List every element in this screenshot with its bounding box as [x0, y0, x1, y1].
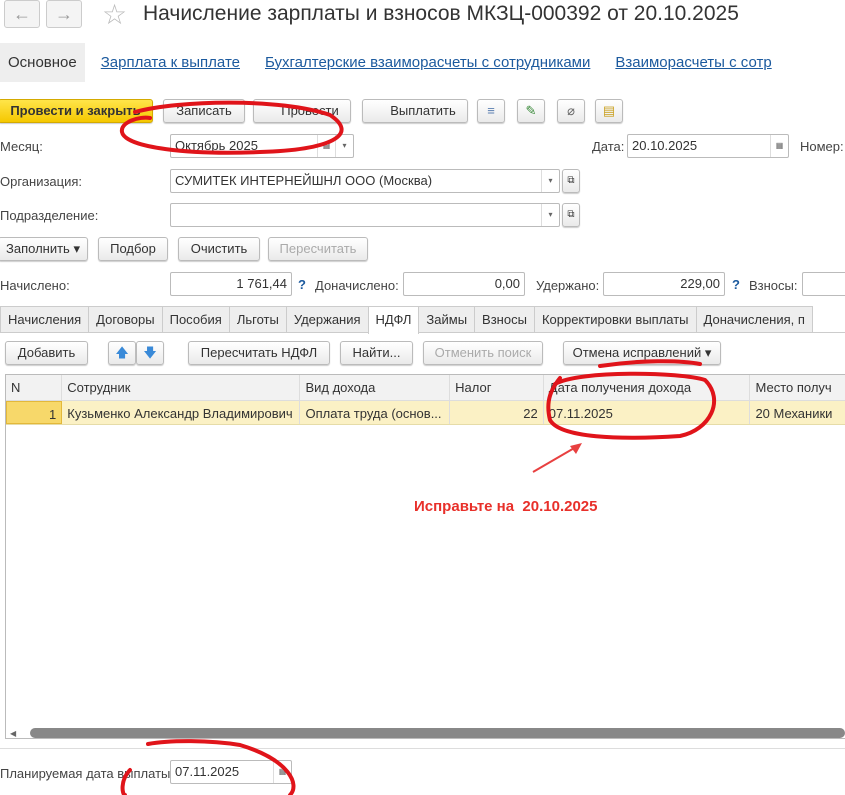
cell-place[interactable]: 20 Механики: [750, 401, 845, 424]
cell-income-date[interactable]: 07.11.2025: [544, 401, 751, 424]
favorite-star-icon[interactable]: ☆: [102, 0, 127, 31]
report-icon[interactable]: ▤: [595, 99, 623, 123]
contrib-label: Взносы:: [749, 278, 798, 293]
tab-ndfl[interactable]: НДФЛ: [367, 306, 420, 334]
col-n[interactable]: N: [6, 375, 63, 400]
contrib-field[interactable]: [802, 272, 845, 296]
dept-field[interactable]: ▾: [170, 203, 560, 227]
tab-additional-accruals[interactable]: Доначисления, п: [695, 306, 813, 332]
extra-label: Доначислено:: [315, 278, 399, 293]
edit-history-icon[interactable]: ✎: [517, 99, 545, 123]
date-label: Дата:: [592, 139, 625, 154]
tab-privileges[interactable]: Льготы: [228, 306, 287, 332]
list-icon[interactable]: ≡: [477, 99, 505, 123]
add-button[interactable]: Добавить: [5, 341, 88, 365]
cell-tax[interactable]: 22: [450, 401, 544, 424]
number-label: Номер:: [800, 139, 844, 154]
open-icon[interactable]: ⧉: [562, 203, 580, 227]
calendar-icon[interactable]: ▦: [317, 135, 335, 157]
divider: [0, 748, 845, 749]
post-button[interactable]: Провести: [253, 99, 351, 123]
help-icon[interactable]: ?: [732, 277, 740, 292]
month-field[interactable]: Октябрь 2025 ▦ ▾: [170, 134, 354, 158]
tab-payment-corrections[interactable]: Корректировки выплаты: [533, 306, 697, 332]
extra-field[interactable]: 0,00: [403, 272, 525, 296]
col-place[interactable]: Место получ: [750, 375, 845, 400]
org-label: Организация:: [0, 174, 83, 189]
annotation-text: Исправьте на 20.10.2025: [414, 498, 598, 515]
org-value: СУМИТЕК ИНТЕРНЕЙШНЛ ООО (Москва): [175, 173, 433, 188]
find-button[interactable]: Найти...: [340, 341, 413, 365]
tab-salary-payment[interactable]: Зарплата к выплате: [101, 54, 240, 71]
fill-label: Заполнить: [6, 241, 70, 256]
org-field[interactable]: СУМИТЕК ИНТЕРНЕЙШНЛ ООО (Москва) ▾: [170, 169, 560, 193]
col-income-date[interactable]: Дата получения дохода: [544, 375, 751, 400]
sub-tabs: Начисления Договоры Пособия Льготы Удерж…: [0, 306, 845, 334]
tab-settlements[interactable]: Взаиморасчеты с сотр: [615, 54, 771, 71]
undo-fixes-label: Отмена исправлений: [572, 345, 702, 360]
withheld-field[interactable]: 229,00: [603, 272, 725, 296]
planned-date-label: Планируемая дата выплаты:: [0, 766, 174, 781]
forward-button[interactable]: →: [46, 0, 82, 28]
tab-accounting-settlements[interactable]: Бухгалтерские взаиморасчеты с сотрудника…: [265, 54, 590, 71]
tab-deductions[interactable]: Удержания: [285, 306, 369, 332]
dropdown-icon[interactable]: ▾: [335, 135, 353, 157]
cancel-search-button[interactable]: Отменить поиск: [423, 341, 543, 365]
dropdown-icon[interactable]: ▾: [541, 170, 559, 192]
date-value: 20.10.2025: [632, 138, 698, 153]
tab-benefits[interactable]: Пособия: [161, 306, 230, 332]
clear-button[interactable]: Очистить: [178, 237, 260, 261]
fill-button[interactable]: Заполнить ▾: [0, 237, 88, 261]
tab-contributions[interactable]: Взносы: [474, 306, 535, 332]
attachment-icon[interactable]: ⌀: [557, 99, 585, 123]
top-tabs: Основное Зарплата к выплате Бухгалтерски…: [0, 42, 797, 82]
col-tax[interactable]: Налог: [450, 375, 544, 400]
tab-loans[interactable]: Займы: [418, 306, 476, 332]
accrued-label: Начислено:: [0, 278, 70, 293]
tab-accruals[interactable]: Начисления: [0, 306, 90, 332]
table-header: N Сотрудник Вид дохода Налог Дата получе…: [6, 375, 845, 401]
cell-n[interactable]: 1: [6, 401, 63, 424]
col-employee[interactable]: Сотрудник: [62, 375, 301, 400]
recalc-ndfl-button[interactable]: Пересчитать НДФЛ: [188, 341, 330, 365]
cell-employee[interactable]: Кузьменко Александр Владимирович: [62, 401, 301, 424]
cell-income-type[interactable]: Оплата труда (основ...: [300, 401, 451, 424]
tab-contracts[interactable]: Договоры: [88, 306, 163, 332]
recalculate-button[interactable]: Пересчитать: [268, 237, 368, 261]
accrued-field[interactable]: 1 761,44: [170, 272, 292, 296]
dept-label: Подразделение:: [0, 208, 99, 223]
dropdown-icon[interactable]: ▾: [541, 204, 559, 226]
pay-button[interactable]: Выплатить: [362, 99, 468, 123]
month-label: Месяц:: [0, 139, 43, 154]
table-row[interactable]: 1 Кузьменко Александр Владимирович Оплат…: [6, 401, 845, 425]
page-title: Начисление зарплаты и взносов МКЗЦ-00039…: [143, 2, 739, 25]
planned-date-field[interactable]: 07.11.2025 ▦: [170, 760, 292, 784]
save-button[interactable]: Записать: [163, 99, 245, 123]
move-down-icon[interactable]: 🡇: [136, 341, 164, 365]
calendar-icon[interactable]: ▦: [273, 761, 291, 783]
back-button[interactable]: ←: [4, 0, 40, 28]
withheld-label: Удержано:: [536, 278, 600, 293]
tab-main[interactable]: Основное: [0, 42, 85, 82]
month-value: Октябрь 2025: [175, 138, 258, 153]
col-income-type[interactable]: Вид дохода: [300, 375, 451, 400]
undo-fixes-button[interactable]: Отмена исправлений ▾: [563, 341, 721, 365]
help-icon[interactable]: ?: [298, 277, 306, 292]
ndfl-table: N Сотрудник Вид дохода Налог Дата получе…: [5, 374, 845, 739]
open-icon[interactable]: ⧉: [562, 169, 580, 193]
planned-date-value: 07.11.2025: [175, 764, 240, 779]
horizontal-scrollbar[interactable]: [30, 728, 845, 738]
post-and-close-button[interactable]: Провести и закрыть: [0, 99, 153, 123]
pick-button[interactable]: Подбор: [98, 237, 168, 261]
calendar-icon[interactable]: ▦: [770, 135, 788, 157]
move-up-icon[interactable]: 🡅: [108, 341, 136, 365]
scroll-left-icon[interactable]: ◀: [10, 729, 16, 738]
date-field[interactable]: 20.10.2025 ▦: [627, 134, 789, 158]
